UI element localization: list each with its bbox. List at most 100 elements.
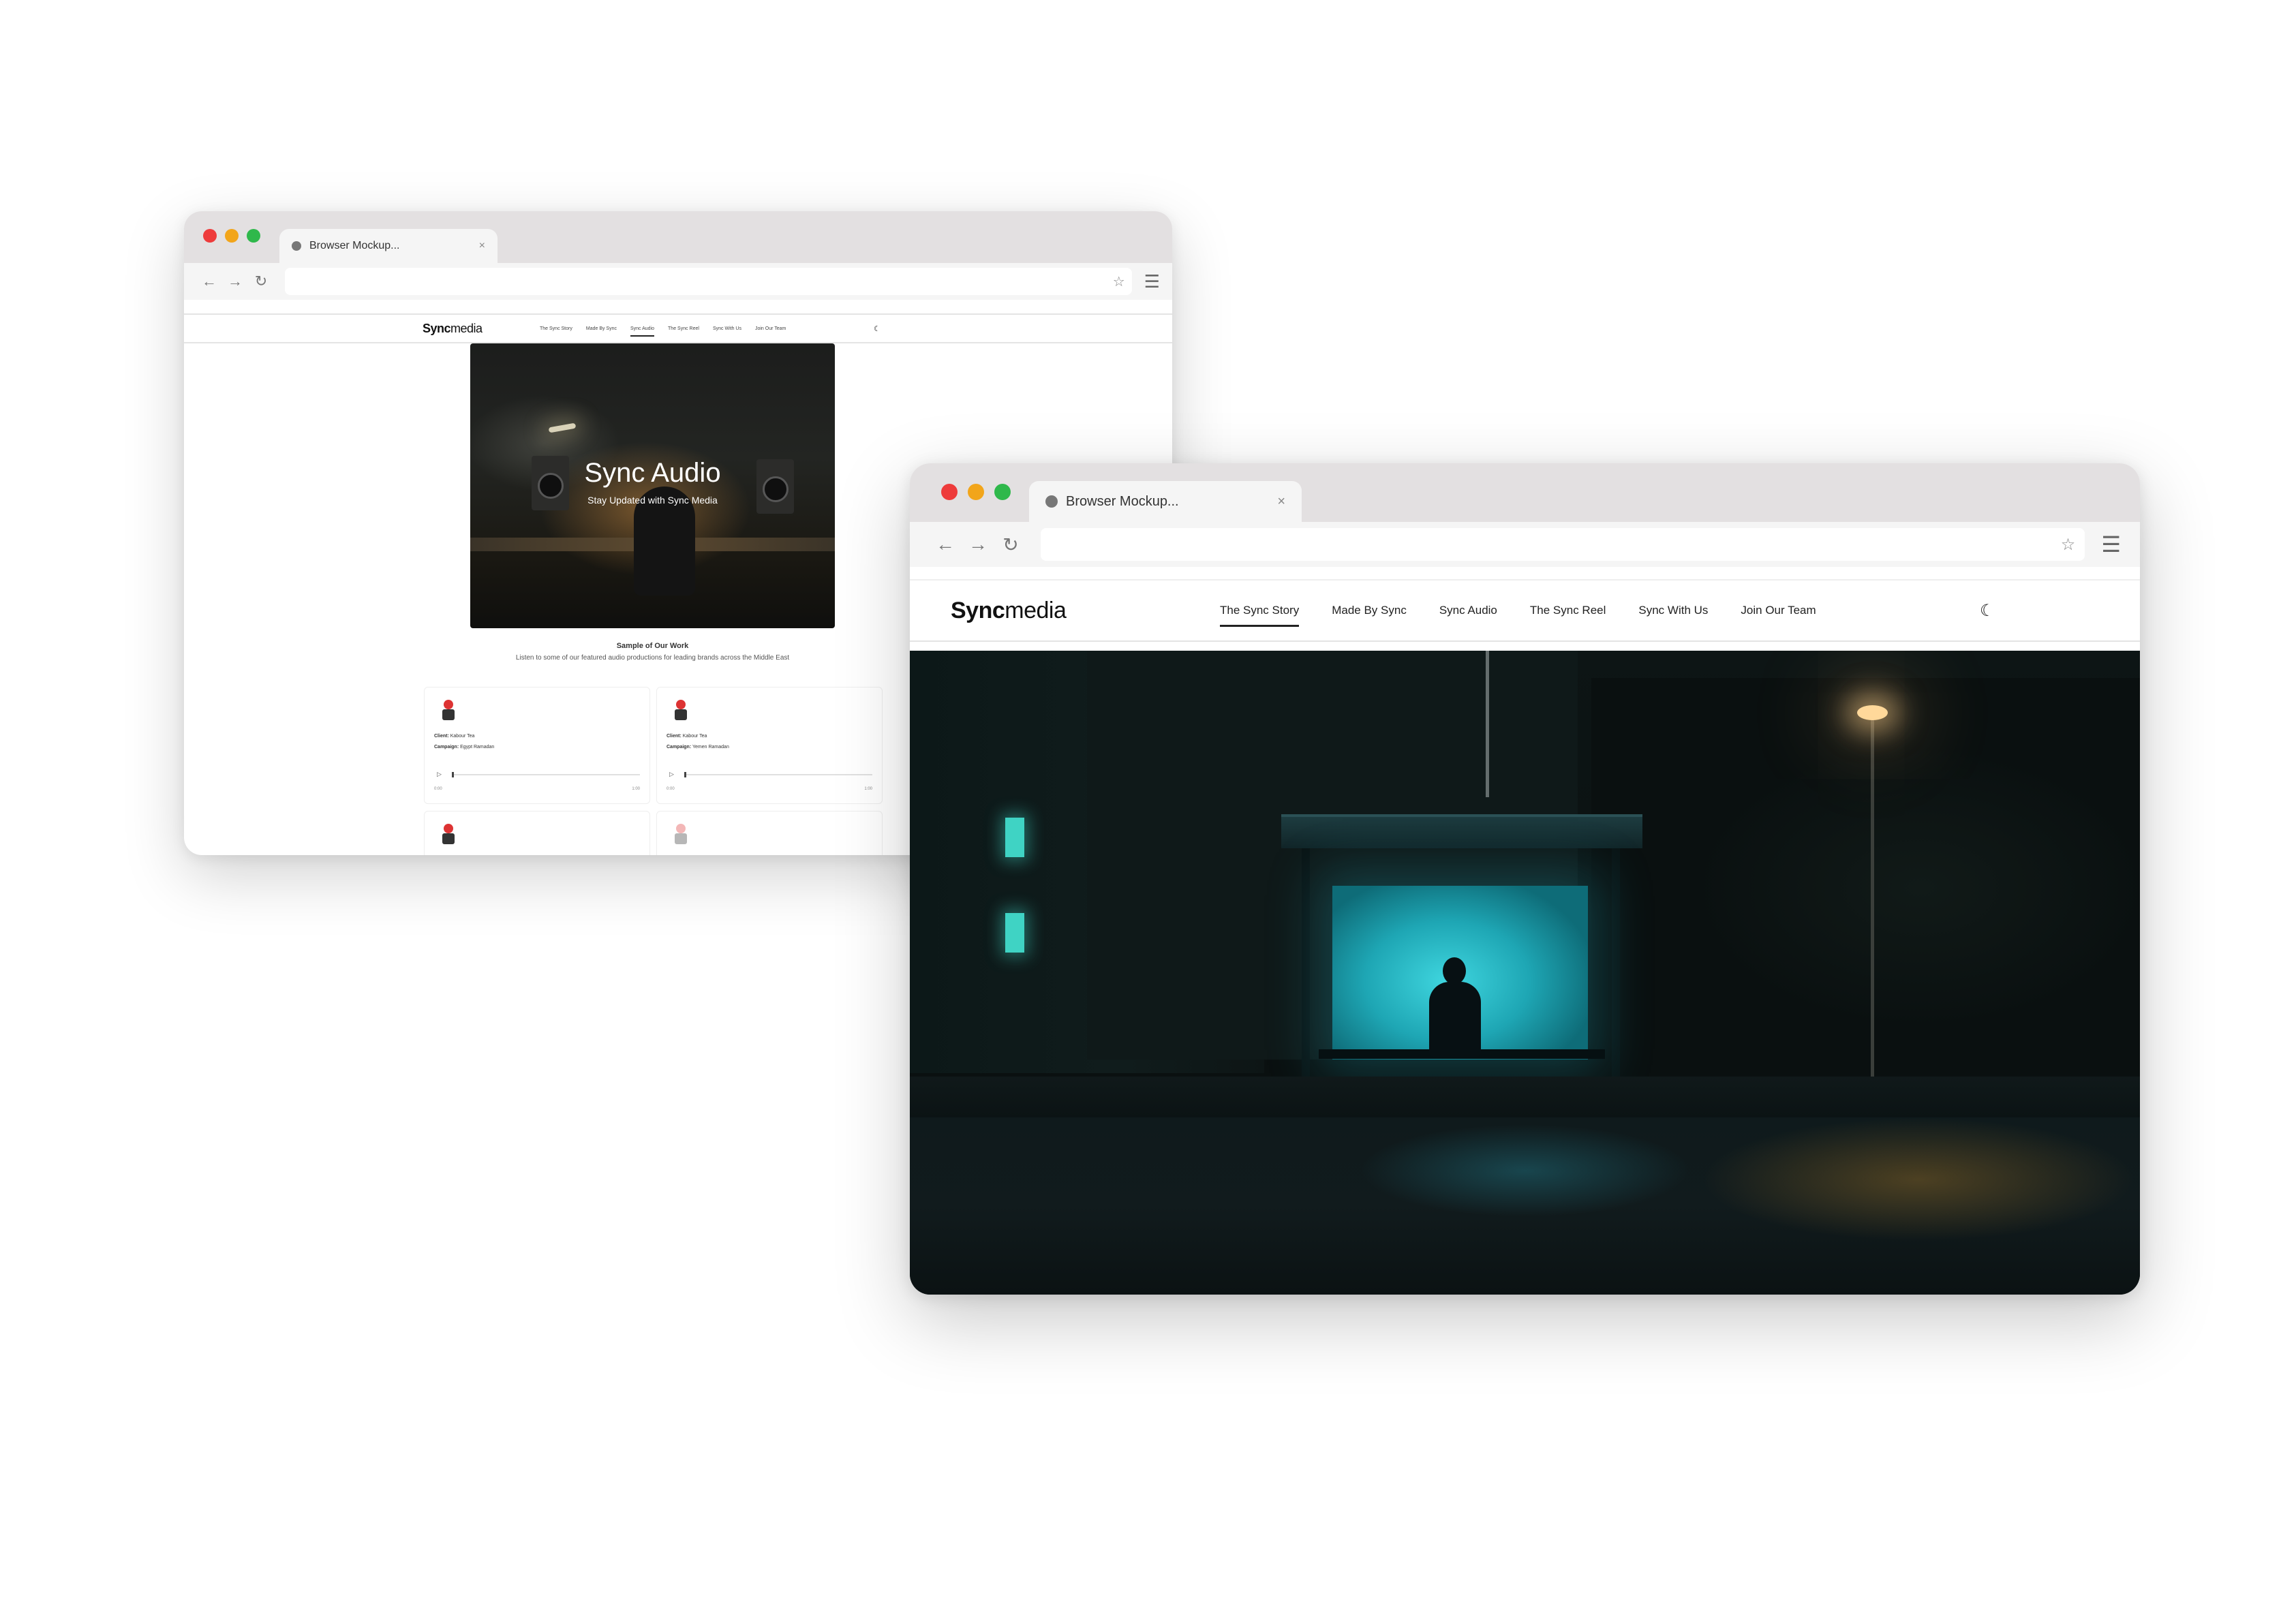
time-start: 0:00 xyxy=(434,787,442,791)
lit-window xyxy=(1005,818,1024,857)
site-nav: The Sync Story Made By Sync Sync Audio T… xyxy=(1220,604,1816,627)
campaign-label: Campaign: xyxy=(434,745,459,749)
back-arrow-icon[interactable]: ← xyxy=(196,273,222,290)
nav-the-sync-reel[interactable]: The Sync Reel xyxy=(668,326,699,331)
nav-the-sync-story[interactable]: The Sync Story xyxy=(540,326,572,331)
logo-light-text: media xyxy=(450,321,483,335)
reload-icon[interactable]: ↻ xyxy=(248,273,274,290)
nav-made-by-sync[interactable]: Made By Sync xyxy=(1332,604,1407,617)
campaign-label: Campaign: xyxy=(667,745,692,749)
play-icon[interactable]: ▷ xyxy=(437,771,442,778)
section-title: Sample of Our Work xyxy=(616,642,689,650)
maximize-window-button[interactable] xyxy=(247,229,260,243)
logo-bold-text: Sync xyxy=(423,321,451,335)
site-logo[interactable]: Syncmedia xyxy=(951,597,1067,624)
wet-road xyxy=(910,1117,2140,1295)
client-value: Kabour Tea xyxy=(682,734,707,739)
hero-video[interactable] xyxy=(910,651,2140,1295)
brand-logo-icon xyxy=(440,700,457,722)
hero-title: Sync Audio xyxy=(584,458,721,488)
audio-card-meta: Client: Kabour Tea Campaign: Yemen Ramad… xyxy=(667,731,729,753)
bus-shelter-post xyxy=(1612,848,1620,1083)
brand-logo-icon xyxy=(440,824,457,846)
pole xyxy=(1486,651,1489,797)
hero-subtitle: Stay Updated with Sync Media xyxy=(587,495,718,506)
time-end: 1:00 xyxy=(632,787,640,791)
window-controls xyxy=(203,229,260,243)
browser-menu-icon[interactable]: ☰ xyxy=(1144,271,1160,292)
audio-card xyxy=(656,811,883,855)
client-label: Client: xyxy=(667,734,682,739)
nav-sync-audio[interactable]: Sync Audio xyxy=(630,326,655,337)
close-window-button[interactable] xyxy=(941,484,958,500)
maximize-window-button[interactable] xyxy=(994,484,1011,500)
tab-title: Browser Mockup... xyxy=(1066,493,1179,509)
bookmark-star-icon[interactable]: ☆ xyxy=(1113,273,1125,290)
minimize-window-button[interactable] xyxy=(968,484,984,500)
site-header: Syncmedia The Sync Story Made By Sync Sy… xyxy=(910,579,2140,642)
close-tab-icon[interactable]: × xyxy=(1277,494,1285,510)
browser-toolbar: ← → ↻ ☆ ☰ xyxy=(910,522,2140,567)
nav-join-our-team[interactable]: Join Our Team xyxy=(1741,604,1816,617)
trees-background xyxy=(1591,678,2140,1060)
address-bar[interactable]: ☆ xyxy=(285,268,1132,295)
close-tab-icon[interactable]: × xyxy=(479,240,485,252)
minimize-window-button[interactable] xyxy=(225,229,239,243)
play-icon[interactable]: ▷ xyxy=(669,771,674,778)
moon-icon[interactable]: ☾ xyxy=(1980,601,1995,621)
audio-card: Client: Kabour Tea Campaign: Egypt Ramad… xyxy=(424,687,650,804)
nav-join-our-team[interactable]: Join Our Team xyxy=(755,326,786,331)
time-end: 1:00 xyxy=(864,787,872,791)
audio-progress-track[interactable] xyxy=(684,772,872,777)
back-arrow-icon[interactable]: ← xyxy=(929,534,962,555)
site-logo[interactable]: Syncmedia xyxy=(423,322,483,336)
nav-sync-with-us[interactable]: Sync With Us xyxy=(713,326,741,331)
nav-the-sync-story[interactable]: The Sync Story xyxy=(1220,604,1300,627)
browser-menu-icon[interactable]: ☰ xyxy=(2101,531,2121,557)
nav-sync-audio[interactable]: Sync Audio xyxy=(1439,604,1497,617)
bus-shelter-roof xyxy=(1281,814,1642,848)
client-value: Kabour Tea xyxy=(450,734,475,739)
person-silhouette-head xyxy=(1443,957,1466,985)
studio-lamp xyxy=(548,422,577,433)
tab-title: Browser Mockup... xyxy=(309,240,400,251)
browser-tab[interactable]: Browser Mockup... × xyxy=(1029,481,1302,522)
audio-card: Client: Kabour Tea Campaign: Yemen Ramad… xyxy=(656,687,883,804)
section-description: Listen to some of our featured audio pro… xyxy=(515,654,790,662)
browser-toolbar: ← → ↻ ☆ ☰ xyxy=(184,263,1172,300)
nav-sync-with-us[interactable]: Sync With Us xyxy=(1638,604,1708,617)
forward-arrow-icon[interactable]: → xyxy=(222,273,248,290)
audio-progress-track[interactable] xyxy=(452,772,640,777)
brand-logo-icon xyxy=(672,824,690,846)
site-nav: The Sync Story Made By Sync Sync Audio T… xyxy=(540,326,786,337)
reload-icon[interactable]: ↻ xyxy=(994,534,1027,556)
bus-shelter-post xyxy=(1302,848,1310,1083)
street-lamp-post xyxy=(1871,715,1874,1077)
nav-the-sync-reel[interactable]: The Sync Reel xyxy=(1530,604,1606,617)
client-label: Client: xyxy=(434,734,449,739)
address-bar[interactable]: ☆ xyxy=(1041,528,2085,561)
lit-window xyxy=(1005,913,1024,953)
globe-icon xyxy=(1045,495,1058,508)
hero-banner: Sync Audio Stay Updated with Sync Media xyxy=(470,343,835,628)
browser-chrome: Browser Mockup... × ← → ↻ ☆ ☰ xyxy=(910,463,2140,567)
globe-icon xyxy=(292,241,301,251)
logo-bold-text: Sync xyxy=(951,597,1005,623)
campaign-value: Yemen Ramadan xyxy=(692,745,729,749)
nav-made-by-sync[interactable]: Made By Sync xyxy=(586,326,617,331)
window-controls xyxy=(941,484,1011,500)
sidewalk-curb xyxy=(910,1077,2140,1117)
logo-light-text: media xyxy=(1005,597,1067,623)
moon-icon[interactable]: ☾ xyxy=(874,324,881,333)
brand-logo-icon xyxy=(672,700,690,722)
campaign-value: Egypt Ramadan xyxy=(460,745,495,749)
close-window-button[interactable] xyxy=(203,229,217,243)
audio-card xyxy=(424,811,650,855)
forward-arrow-icon[interactable]: → xyxy=(962,534,994,555)
browser-tab[interactable]: Browser Mockup... × xyxy=(279,229,498,263)
person-silhouette-body xyxy=(1429,982,1481,1057)
audio-card-meta: Client: Kabour Tea Campaign: Egypt Ramad… xyxy=(434,731,494,753)
browser-window-front: Browser Mockup... × ← → ↻ ☆ ☰ Syncmedia … xyxy=(910,463,2140,1295)
site-header: Syncmedia The Sync Story Made By Sync Sy… xyxy=(184,313,1172,343)
bookmark-star-icon[interactable]: ☆ xyxy=(2061,535,2076,555)
